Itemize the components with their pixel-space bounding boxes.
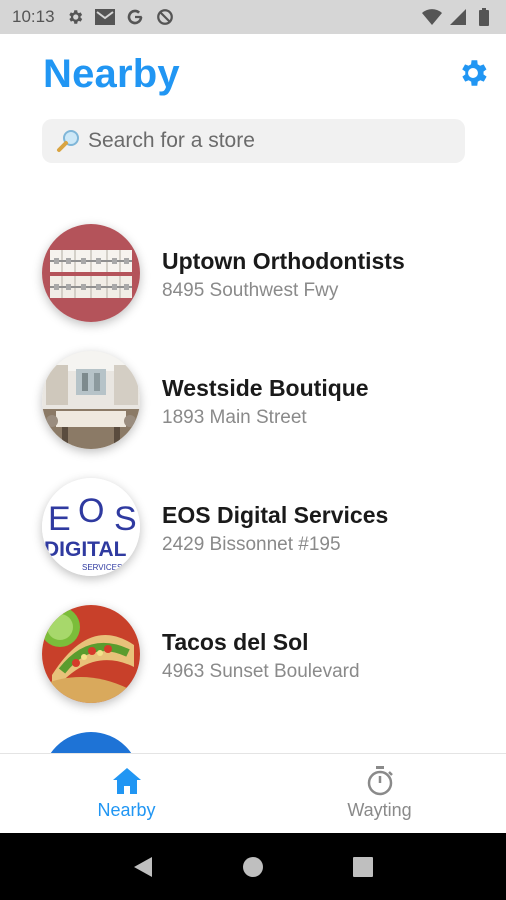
avatar: [42, 224, 140, 322]
store-name: Tacos del Sol: [162, 629, 309, 655]
avatar: E O S DIGITAL SERVICES: [42, 478, 140, 576]
sync-icon: [155, 7, 175, 27]
store-address: 4963 Sunset Boulevard: [162, 661, 360, 682]
mail-icon: [94, 7, 115, 27]
bottom-nav: Nearby Wayting: [0, 753, 506, 833]
boutique-interior-photo: [42, 351, 140, 449]
search-input[interactable]: [88, 129, 448, 153]
recents-icon[interactable]: [350, 854, 376, 880]
status-bar: 10:13: [0, 0, 506, 34]
svg-text:S: S: [114, 500, 137, 538]
list-item[interactable]: Tacos del Sol 4963 Sunset Boulevard: [0, 591, 506, 711]
search-icon: [56, 128, 82, 154]
signal-icon: [448, 7, 468, 27]
tab-nearby-label: Nearby: [97, 800, 156, 820]
tab-wayting-label: Wayting: [347, 800, 412, 820]
search-box[interactable]: [42, 119, 465, 163]
settings-button[interactable]: [454, 56, 492, 94]
store-address: 8495 Southwest Fwy: [162, 280, 339, 301]
google-icon: [125, 7, 145, 27]
battery-icon: [474, 7, 494, 27]
svg-text:O: O: [78, 492, 104, 530]
avatar: [42, 351, 140, 449]
gear-icon: [456, 56, 490, 95]
home-icon: [112, 766, 142, 796]
page-title: Nearby: [43, 52, 180, 96]
wifi-icon: [422, 7, 442, 27]
list-item[interactable]: Westside Boutique 1893 Main Street: [0, 337, 506, 457]
svg-text:SERVICES: SERVICES: [82, 563, 122, 572]
store-name: Uptown Orthodontists: [162, 248, 405, 274]
system-nav: [0, 833, 506, 900]
svg-text:E: E: [48, 500, 71, 538]
svg-text:DIGITAL: DIGITAL: [44, 538, 127, 561]
list-item[interactable]: E O S DIGITAL SERVICES EOS Digital Servi…: [0, 464, 506, 584]
avatar: [42, 605, 140, 703]
status-time: 10:13: [12, 7, 55, 26]
home-circle-icon[interactable]: [240, 854, 266, 880]
stopwatch-icon: [365, 766, 395, 796]
store-address: 2429 Bissonnet #195: [162, 534, 341, 555]
status-left: 10:13: [12, 7, 175, 27]
settings-icon: [65, 7, 85, 27]
store-name: EOS Digital Services: [162, 502, 389, 528]
braces-photo: [42, 224, 140, 322]
tacos-photo: [42, 605, 140, 703]
back-icon[interactable]: [130, 854, 156, 880]
list-item[interactable]: Uptown Orthodontists 8495 Southwest Fwy: [0, 210, 506, 330]
status-right: [422, 7, 494, 27]
eos-logo: E O S DIGITAL SERVICES: [42, 478, 140, 576]
store-name: Westside Boutique: [162, 375, 369, 401]
store-address: 1893 Main Street: [162, 407, 307, 428]
tab-wayting[interactable]: Wayting: [253, 754, 506, 833]
tab-nearby[interactable]: Nearby: [0, 754, 253, 833]
